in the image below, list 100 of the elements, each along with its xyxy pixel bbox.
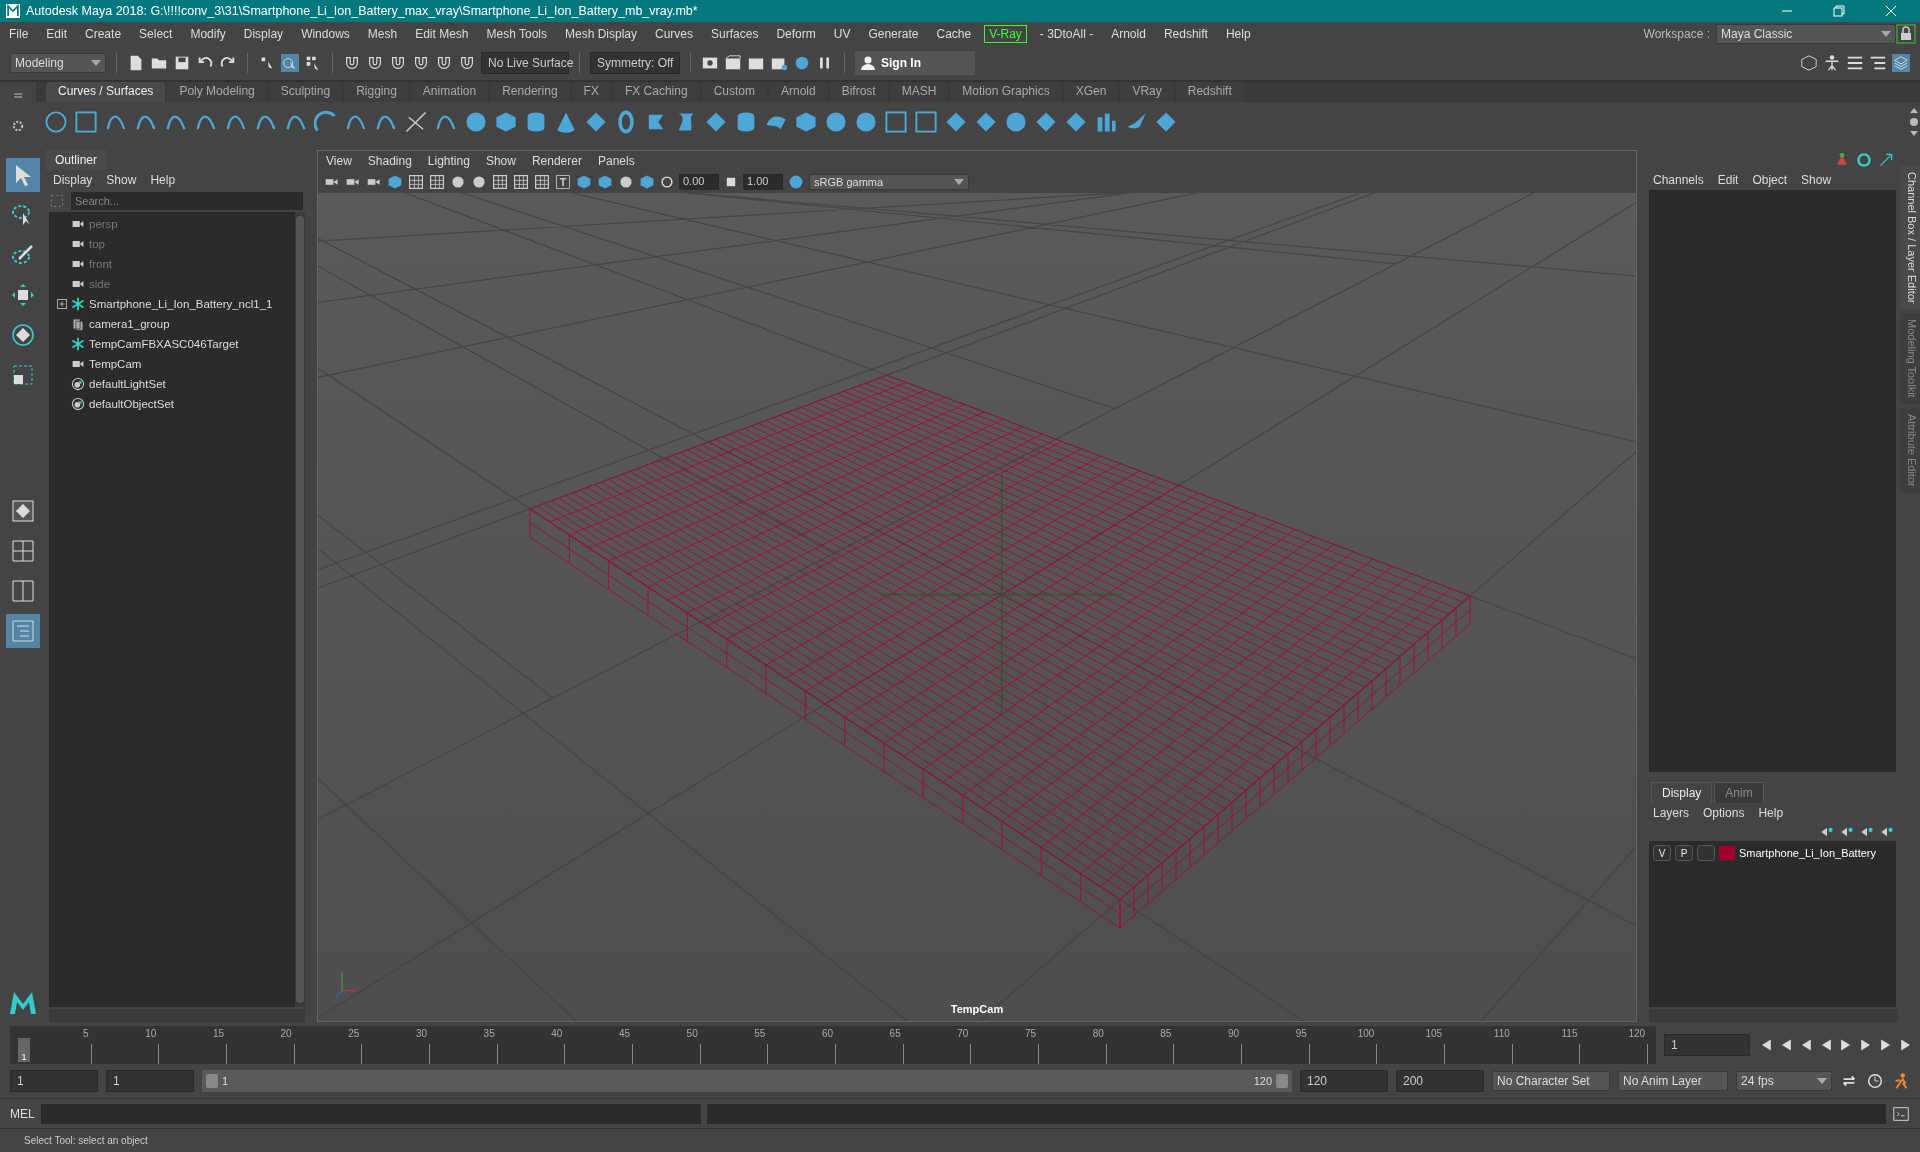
shelf-tab[interactable]: Arnold <box>768 82 828 102</box>
magnet-icon[interactable] <box>458 54 476 72</box>
menu-item[interactable]: Edit Mesh <box>410 25 474 43</box>
menu-item[interactable]: Show <box>106 173 137 187</box>
grid-icon[interactable] <box>492 174 508 190</box>
menu-item[interactable]: File <box>4 25 34 43</box>
menu-icon[interactable] <box>11 91 25 101</box>
arc-icon[interactable] <box>314 110 338 134</box>
sign-in-button[interactable]: Sign In <box>855 51 975 75</box>
menu-item[interactable]: Deform <box>771 25 821 43</box>
time-slider[interactable]: 5 10 15 20 25 30 35 40 45 50 55 60 65 70 75 80 85 90 95 100 105 110 115 120 1 <box>10 1026 1656 1064</box>
gamma-icon[interactable] <box>724 175 738 189</box>
current-frame-marker[interactable]: 1 <box>18 1038 30 1062</box>
render-icon[interactable] <box>724 54 742 72</box>
attribute-list-icon[interactable] <box>1869 54 1887 72</box>
range-handle[interactable] <box>206 1074 218 1088</box>
end-time-field[interactable]: 200 <box>1396 1070 1484 1092</box>
move-layer-down-icon[interactable] <box>1840 825 1854 839</box>
scrollbar[interactable] <box>295 212 305 1007</box>
outliner-item[interactable]: defaultObjectSet <box>89 398 175 410</box>
refresh-icon[interactable] <box>1856 152 1872 168</box>
shelf-tab[interactable]: Redshift <box>1175 82 1244 102</box>
plane-icon[interactable] <box>1064 110 1088 134</box>
diamond-icon[interactable] <box>704 110 728 134</box>
square-icon[interactable] <box>74 110 98 134</box>
line-icon[interactable] <box>404 110 428 134</box>
layer-tab[interactable]: Display <box>1651 782 1713 803</box>
select-object-icon[interactable] <box>281 54 299 72</box>
axis-icon[interactable] <box>1834 152 1850 168</box>
magnet-icon[interactable] <box>435 54 453 72</box>
text-icon[interactable] <box>555 174 571 190</box>
menu-item[interactable]: Mesh <box>362 25 403 43</box>
shelf-tab[interactable]: Motion Graphics <box>950 82 1062 102</box>
plane-icon[interactable] <box>1034 110 1058 134</box>
menu-item[interactable]: Display <box>238 25 289 43</box>
shelf-tab[interactable]: FX <box>571 82 611 102</box>
menu-item[interactable]: UV <box>828 25 856 43</box>
shelf-tab[interactable]: Curves / Surfaces <box>46 82 166 102</box>
menu-item[interactable]: Lighting <box>427 154 470 168</box>
layers-icon[interactable] <box>1892 54 1910 72</box>
clock-icon[interactable] <box>1866 1072 1884 1090</box>
exposure-field[interactable]: 0.00 <box>679 174 719 190</box>
menu-item[interactable]: Modify <box>185 25 231 43</box>
shelf-tab[interactable]: FX Caching <box>612 82 700 102</box>
list-icon[interactable] <box>1846 54 1864 72</box>
gamma-field[interactable]: 1.00 <box>743 174 783 190</box>
circle-icon[interactable] <box>44 110 68 134</box>
plane-icon[interactable] <box>974 110 998 134</box>
shelf-tab[interactable]: VRay <box>1120 82 1174 102</box>
modeling-toolkit-icon[interactable] <box>1800 54 1818 72</box>
plane-icon[interactable] <box>1154 110 1178 134</box>
current-frame-field[interactable]: 1 <box>1664 1034 1750 1056</box>
range-slider[interactable]: 1 120 <box>202 1070 1292 1092</box>
playback-toggle[interactable]: P <box>1675 845 1693 861</box>
sphere-icon[interactable] <box>618 174 634 190</box>
script-editor-icon[interactable] <box>1892 1104 1910 1123</box>
color-space-dropdown[interactable]: sRGB gamma <box>809 174 969 190</box>
menu-item[interactable]: Arnold <box>1106 25 1151 43</box>
magnet-icon[interactable] <box>389 54 407 72</box>
menu-item[interactable]: Help <box>1758 806 1784 820</box>
grid-icon[interactable] <box>534 174 550 190</box>
menu-item[interactable]: Layers <box>1653 806 1690 820</box>
shelf-tab[interactable]: Animation <box>410 82 489 102</box>
sphere-icon[interactable] <box>450 174 466 190</box>
menu-item[interactable]: Curves <box>650 25 699 43</box>
cube-icon[interactable] <box>576 174 592 190</box>
move-layer-up-icon[interactable] <box>1820 825 1834 839</box>
hypershade-icon[interactable] <box>793 54 811 72</box>
menu-item[interactable]: Panels <box>597 154 635 168</box>
aperture-icon[interactable] <box>660 175 674 189</box>
shelf-tab[interactable]: Poly Modeling <box>167 82 267 102</box>
square-icon[interactable] <box>914 110 938 134</box>
layer-name[interactable]: Smartphone_Li_Ion_Battery <box>1739 847 1876 859</box>
menu-item[interactable]: Surfaces <box>706 25 764 43</box>
playback-start-field[interactable]: 1 <box>106 1070 194 1092</box>
menu-item[interactable]: Select <box>134 25 178 43</box>
magnet-icon[interactable] <box>412 54 430 72</box>
anim-layer-dropdown[interactable]: No Anim Layer <box>1618 1071 1728 1091</box>
shelf-tab[interactable]: XGen <box>1063 82 1119 102</box>
fps-dropdown[interactable]: 24 fps <box>1736 1071 1832 1091</box>
menu-item[interactable]: Mesh Tools <box>481 25 552 43</box>
outliner-tab[interactable]: Outliner <box>45 150 108 170</box>
shelf-tab[interactable]: Rendering <box>490 82 570 102</box>
character-set-dropdown[interactable]: No Character Set <box>1492 1071 1610 1091</box>
menu-item[interactable]: Edit <box>1717 173 1739 187</box>
character-icon[interactable] <box>1823 54 1841 72</box>
grid-icon[interactable] <box>513 174 529 190</box>
layer-color-swatch[interactable] <box>1719 846 1735 860</box>
start-time-field[interactable]: 1 <box>10 1070 98 1092</box>
cube-icon[interactable] <box>794 110 818 134</box>
sphere-icon[interactable] <box>471 174 487 190</box>
outliner-item[interactable]: defaultLightSet <box>89 378 166 390</box>
side-tab[interactable]: Channel Box / Layer Editor <box>1900 166 1920 310</box>
menu-item[interactable]: Help <box>150 173 176 187</box>
diamond-icon[interactable] <box>584 110 608 134</box>
sphere-icon[interactable] <box>464 110 488 134</box>
sphere-icon[interactable] <box>824 110 848 134</box>
menu-item[interactable]: Shading <box>367 154 412 168</box>
menu-item[interactable]: Renderer <box>531 154 582 168</box>
select-tool-button[interactable] <box>5 158 40 192</box>
